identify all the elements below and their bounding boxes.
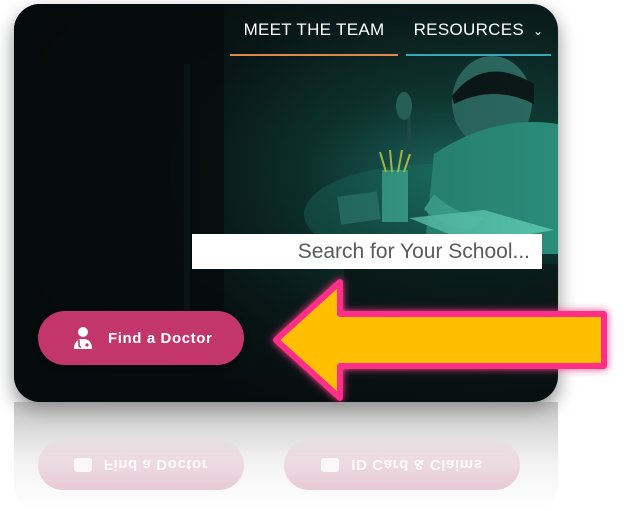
doctor-icon [74,327,92,349]
banner-reflection: Find a Doctor ID Card & Claims [14,402,558,511]
id-card-icon [321,458,340,472]
nav-underline [406,54,551,56]
find-a-doctor-label: Find a Doctor [108,329,213,347]
nav-resources[interactable]: RESOURCES ⌄ [406,4,551,56]
reflected-find-a-doctor: Find a Doctor [38,440,244,490]
nav-underline [230,54,398,56]
chevron-down-icon: ⌄ [533,24,544,38]
highlight-arrow [273,279,607,401]
reflected-find-a-doctor-label: Find a Doctor [103,456,209,474]
doctor-icon [73,458,92,472]
find-a-doctor-button[interactable]: Find a Doctor [38,311,244,365]
school-search-input[interactable]: Search for Your School... [192,234,542,269]
search-placeholder: Search for Your School... [297,239,530,263]
nav-resources-label: RESOURCES [413,20,524,39]
reflected-id-card-claims-label: ID Card & Claims [351,456,483,474]
nav-meet-the-team[interactable]: MEET THE TEAM [230,4,398,56]
nav-meet-the-team-label: MEET THE TEAM [243,20,385,39]
reflected-id-card-claims: ID Card & Claims [284,440,520,490]
